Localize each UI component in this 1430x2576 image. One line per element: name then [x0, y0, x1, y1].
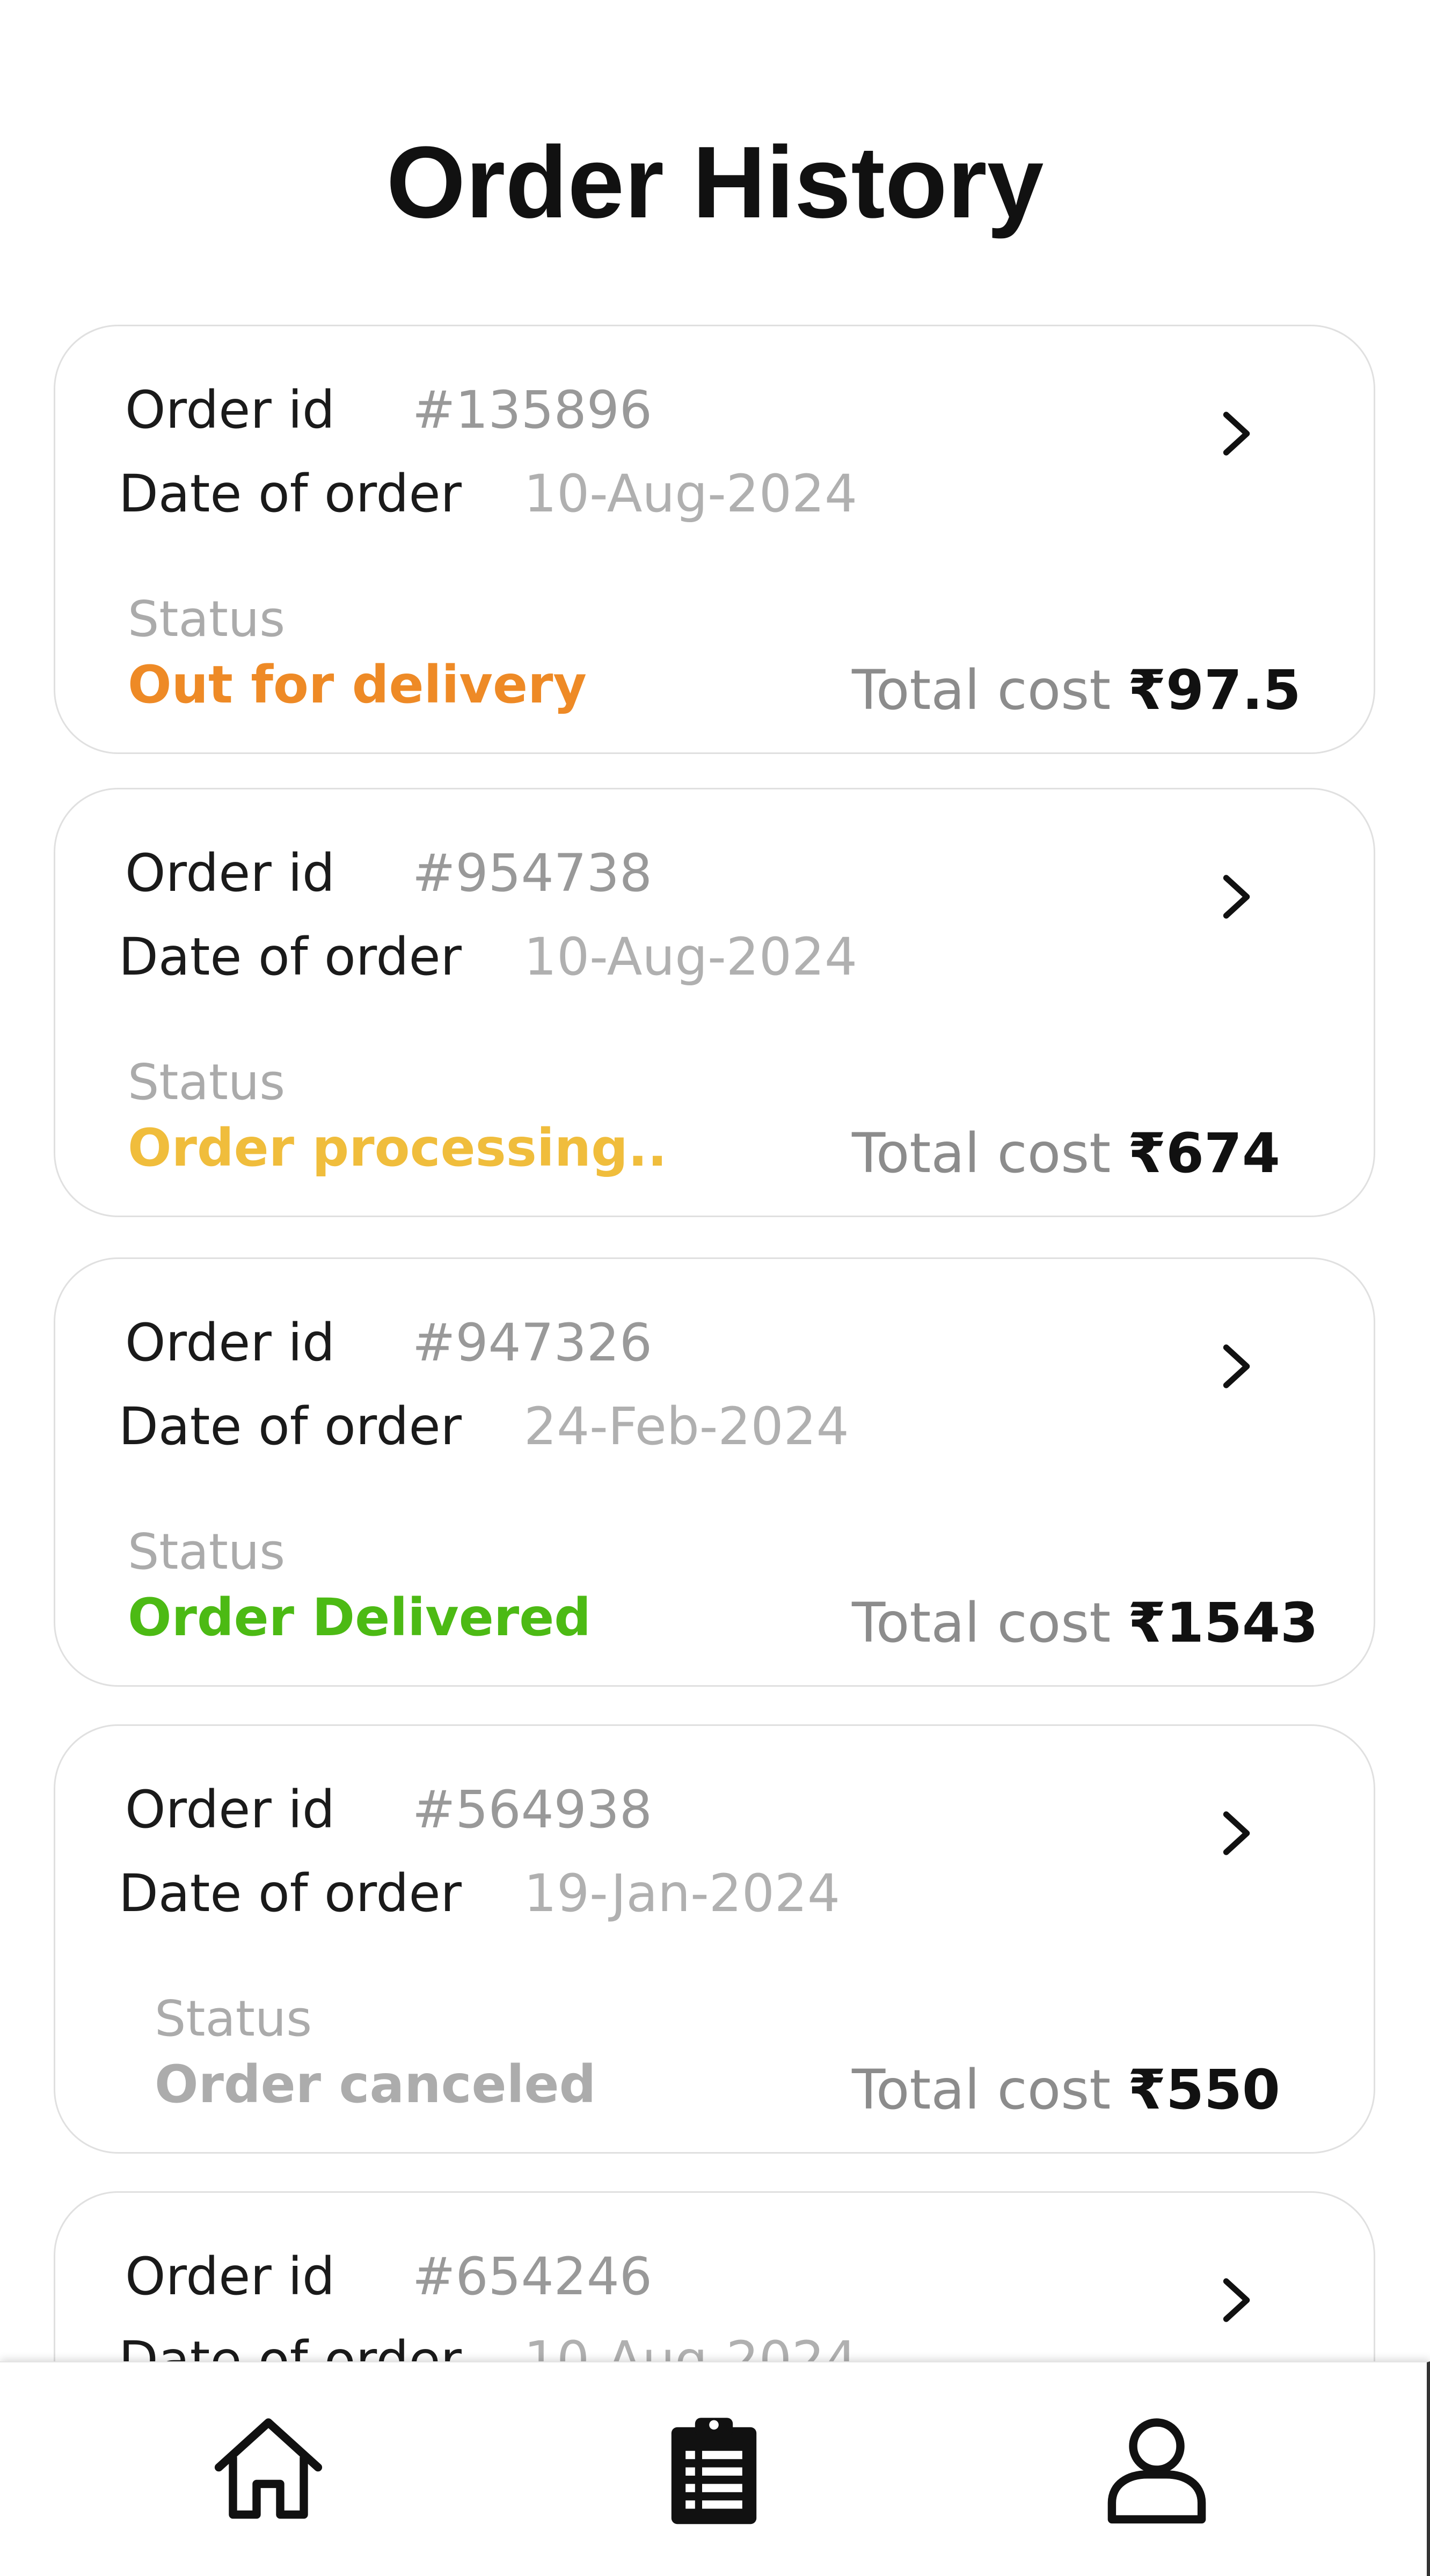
- total-cost-value: ₹1543: [1128, 1591, 1318, 1655]
- order-date-value: 10-Aug-2024: [524, 2330, 858, 2361]
- order-list: Order id #135896 Date of order 10-Aug-20…: [0, 0, 1430, 2361]
- order-card[interactable]: Order id #135896 Date of order 10-Aug-20…: [54, 325, 1375, 754]
- chevron-right-icon[interactable]: [1207, 1337, 1266, 1396]
- status-value: Order canceled: [155, 2054, 596, 2114]
- status-label: Status: [128, 590, 286, 648]
- status-value: Order processing..: [128, 1118, 667, 1178]
- status-label: Status: [128, 1523, 286, 1580]
- order-card[interactable]: Order id #947326 Date of order 24-Feb-20…: [54, 1257, 1375, 1687]
- order-date-value: 10-Aug-2024: [524, 927, 858, 987]
- order-date-label: Date of order: [119, 1863, 462, 1923]
- order-date-value: 19-Jan-2024: [524, 1863, 841, 1923]
- nav-profile-button[interactable]: [1098, 2405, 1216, 2534]
- order-card[interactable]: Order id #564938 Date of order 19-Jan-20…: [54, 1724, 1375, 2154]
- chevron-right-icon[interactable]: [1207, 404, 1266, 463]
- chevron-right-icon[interactable]: [1207, 867, 1266, 926]
- order-date-value: 24-Feb-2024: [524, 1396, 849, 1457]
- clipboard-list-icon: [671, 2418, 757, 2524]
- status-value: Out for delivery: [128, 655, 587, 715]
- order-id-value: #135896: [412, 380, 652, 440]
- order-date-label: Date of order: [119, 2330, 462, 2361]
- order-id-label: Order id: [125, 843, 335, 903]
- total-cost-label: Total cost: [852, 658, 1111, 722]
- total-cost-value: ₹550: [1128, 2058, 1280, 2122]
- bottom-navigation-bar: [0, 2361, 1430, 2576]
- order-id-value: #654246: [412, 2246, 652, 2307]
- total-cost-value: ₹674: [1128, 1122, 1280, 1185]
- order-id-label: Order id: [125, 380, 335, 440]
- status-label: Status: [155, 1990, 312, 2047]
- order-card[interactable]: Order id #654246 Date of order 10-Aug-20…: [54, 2191, 1375, 2361]
- total-cost-label: Total cost: [852, 1591, 1111, 1655]
- status-label: Status: [128, 1053, 286, 1111]
- order-date-label: Date of order: [119, 927, 462, 987]
- home-icon: [214, 2418, 323, 2519]
- total-cost-label: Total cost: [852, 1122, 1111, 1185]
- order-card[interactable]: Order id #954738 Date of order 10-Aug-20…: [54, 788, 1375, 1217]
- nav-home-button[interactable]: [209, 2405, 327, 2534]
- order-id-label: Order id: [125, 2246, 335, 2307]
- order-id-value: #947326: [412, 1313, 652, 1373]
- total-cost-value: ₹97.5: [1128, 658, 1301, 722]
- user-icon: [1107, 2418, 1206, 2524]
- order-id-label: Order id: [125, 1313, 335, 1373]
- chevron-right-icon[interactable]: [1207, 2271, 1266, 2330]
- chevron-right-icon[interactable]: [1207, 1804, 1266, 1863]
- order-date-value: 10-Aug-2024: [524, 464, 858, 524]
- order-id-label: Order id: [125, 1780, 335, 1840]
- order-id-value: #954738: [412, 843, 652, 903]
- nav-orders-button[interactable]: [655, 2405, 773, 2534]
- order-id-value: #564938: [412, 1780, 652, 1840]
- total-cost-label: Total cost: [852, 2058, 1111, 2122]
- status-value: Order Delivered: [128, 1587, 592, 1648]
- order-date-label: Date of order: [119, 1396, 462, 1457]
- order-date-label: Date of order: [119, 464, 462, 524]
